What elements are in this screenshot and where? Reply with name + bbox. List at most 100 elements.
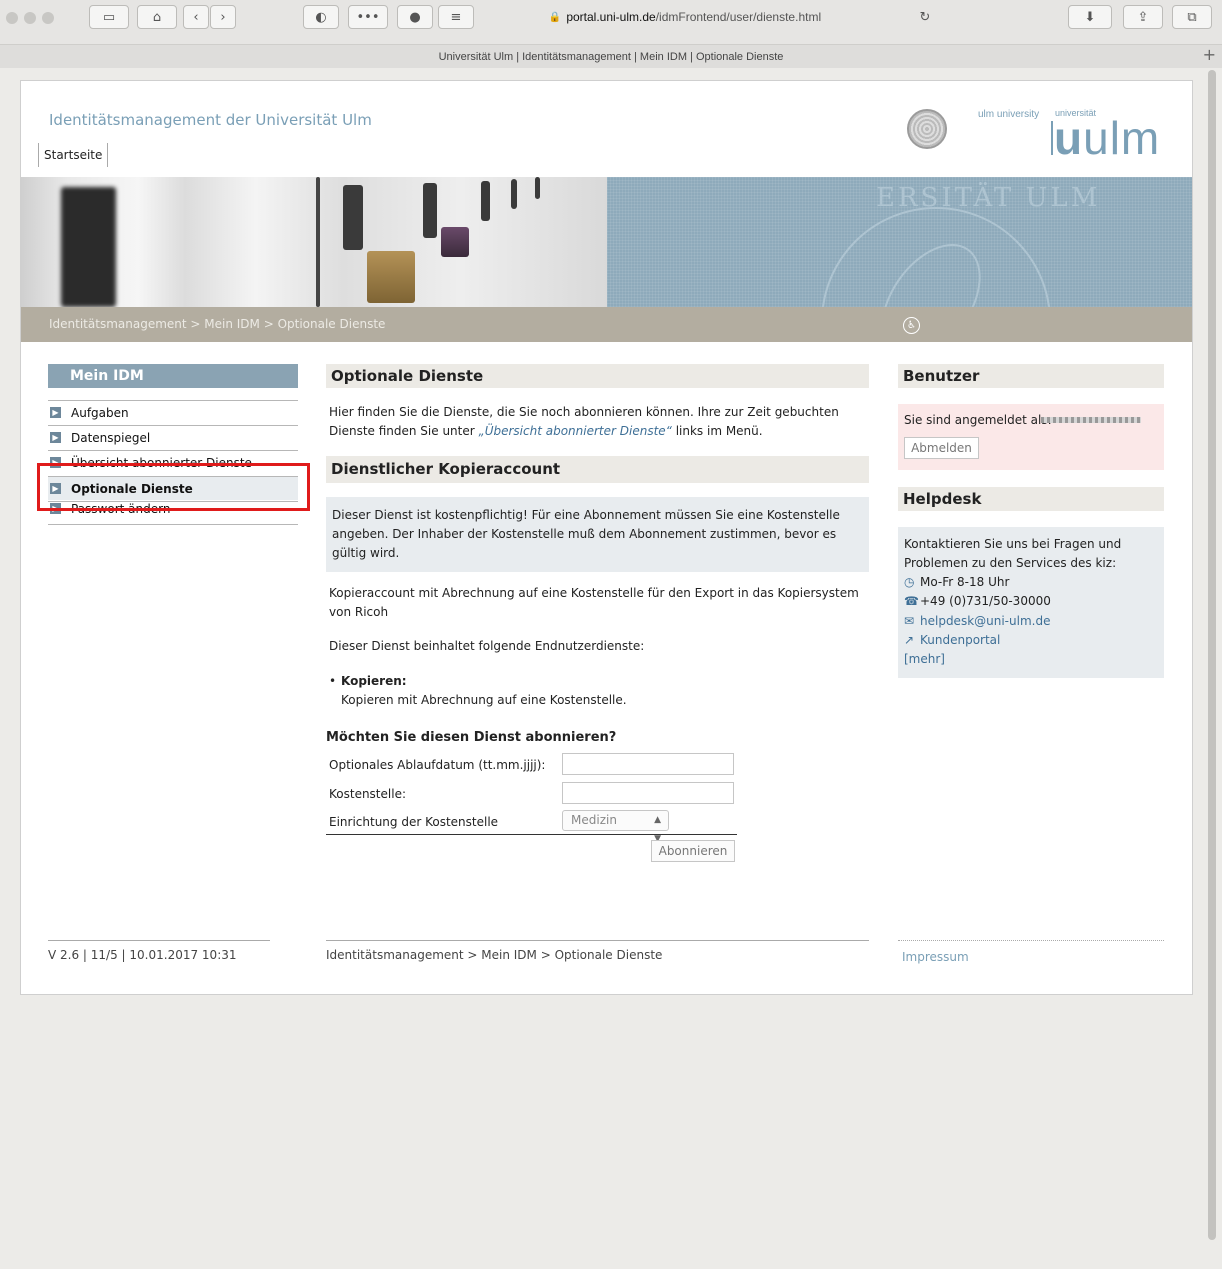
adblock-icon: ● xyxy=(409,9,421,25)
address-bar[interactable]: 🔒 portal.uni-ulm.de/idmFrontend/user/die… xyxy=(468,5,902,29)
page-container: Identitätsmanagement der Universität Ulm… xyxy=(20,80,1193,995)
padlock-image xyxy=(423,183,437,238)
cost-center-label: Kostenstelle: xyxy=(329,787,406,801)
university-seal-logo xyxy=(907,109,947,149)
form-divider xyxy=(326,834,737,835)
padlock-image xyxy=(511,179,517,209)
version-info: V 2.6 | 11/5 | 10.01.2017 10:31 xyxy=(48,948,237,962)
footer-breadcrumb: Identitätsmanagement > Mein IDM > Option… xyxy=(326,948,663,962)
sidebar-toggle-button[interactable]: ▭ xyxy=(89,5,129,29)
footer-divider xyxy=(898,940,1164,941)
sidebar-item-aufgaben[interactable]: ▶ Aufgaben xyxy=(48,400,298,424)
clock-icon: ◷ xyxy=(904,575,915,589)
share-button[interactable]: ⇪ xyxy=(1123,5,1163,29)
email-link[interactable]: helpdesk@uni-ulm.de xyxy=(920,614,1050,628)
institution-select[interactable]: Medizin ▲ ▼ xyxy=(562,810,669,844)
helpdesk-hours: ◷ Mo-Fr 8-18 Uhr xyxy=(904,573,1009,592)
more-link[interactable]: [mehr] xyxy=(904,652,945,666)
logo-uulm: uulm xyxy=(1054,115,1160,161)
share-icon: ⇪ xyxy=(1137,9,1149,25)
logout-button[interactable]: Abmelden xyxy=(904,437,979,459)
bullet-title: Kopieren: xyxy=(341,674,407,688)
external-link-icon: ↗ xyxy=(904,633,915,647)
minimize-window-icon[interactable] xyxy=(24,12,36,24)
accessibility-icon[interactable]: ♿ xyxy=(903,317,920,334)
helpdesk-heading: Helpdesk xyxy=(898,487,1164,511)
tabs-icon: ⧉ xyxy=(1187,9,1197,25)
helpdesk-portal: ↗ Kundenportal xyxy=(904,631,1000,650)
helpdesk-text-1: Kontaktieren Sie uns bei Fragen und xyxy=(904,537,1122,551)
bullet-text: Kopieren mit Abrechnung auf eine Kostens… xyxy=(341,693,627,707)
intro-text: Dienste finden Sie unter xyxy=(329,424,479,438)
benutzer-heading: Benutzer xyxy=(898,364,1164,388)
startseite-link[interactable]: Startseite xyxy=(38,143,109,167)
logged-in-label: Sie sind angemeldet als: xyxy=(904,413,1052,427)
cost-notice: Dieser Dienst ist kostenpflichtig! Für e… xyxy=(326,497,869,572)
expiry-label: Optionales Ablaufdatum (tt.mm.jjjj): xyxy=(329,758,546,772)
seal-lettering: ERSITÄT ULM xyxy=(876,183,1101,213)
hero-banner: ERSITÄT ULM xyxy=(21,177,1192,307)
helpdesk-phone: ☎+49 (0)731/50-30000 xyxy=(904,592,1051,611)
logo-u: u xyxy=(1054,112,1084,164)
close-window-icon[interactable] xyxy=(6,12,18,24)
helpdesk-more: [mehr] xyxy=(904,650,945,669)
browser-toolbar: ▭ ⌂ ‹ › ◐ ••• ● ≡ 🔒 portal.uni-ulm.de/id… xyxy=(0,0,1222,68)
adblock-button[interactable]: ● xyxy=(397,5,433,29)
tab-active[interactable]: Universität Ulm | Identitätsmanagement |… xyxy=(0,44,1222,68)
expiry-date-input[interactable] xyxy=(562,753,734,775)
cost-center-input[interactable] xyxy=(562,782,734,804)
padlock-image xyxy=(367,251,415,303)
kundenportal-link[interactable]: Kundenportal xyxy=(920,633,1000,647)
impressum-link[interactable]: Impressum xyxy=(902,950,969,964)
reader-icon: ≡ xyxy=(450,9,462,25)
highlight-box xyxy=(37,463,310,511)
service-heading: Dienstlicher Kopieraccount xyxy=(326,456,869,483)
hours-text: Mo-Fr 8-18 Uhr xyxy=(920,575,1010,589)
phone-icon: ☎ xyxy=(904,594,919,608)
sidebar-title: Mein IDM xyxy=(48,364,298,388)
breadcrumb: Identitätsmanagement > Mein IDM > Option… xyxy=(21,307,1192,342)
back-button[interactable]: ‹ xyxy=(183,5,209,29)
uebersicht-link[interactable]: „Übersicht abonnierter Dienste“ xyxy=(479,424,672,438)
list-item: • Kopieren: Kopieren mit Abrechnung auf … xyxy=(329,672,627,710)
padlock-image xyxy=(343,185,363,250)
sidebar-icon: ▭ xyxy=(102,9,116,25)
padlock-image xyxy=(61,187,116,307)
padlock-image xyxy=(481,181,490,221)
home-button[interactable]: ⌂ xyxy=(137,5,177,29)
helpdesk-email: ✉ helpdesk@uni-ulm.de xyxy=(904,612,1050,631)
intro-text: links im Menü. xyxy=(671,424,763,438)
description-line-1: Kopieraccount mit Abrechnung auf eine Ko… xyxy=(329,586,859,600)
sidebar-divider xyxy=(48,524,298,525)
url-path: /idmFrontend/user/dienste.html xyxy=(655,10,822,24)
scrollbar[interactable] xyxy=(1208,70,1216,1240)
subscribe-button[interactable]: Abonnieren xyxy=(651,840,735,862)
forward-button[interactable]: › xyxy=(210,5,236,29)
tab-title: Universität Ulm | Identitätsmanagement |… xyxy=(438,50,784,63)
more-extensions-button[interactable]: ••• xyxy=(348,5,388,29)
sidebar-item-datenspiegel[interactable]: ▶ Datenspiegel xyxy=(48,425,298,449)
download-icon: ⬇ xyxy=(1084,9,1096,25)
arrow-right-icon: ▶ xyxy=(50,432,61,443)
site-title: Identitätsmanagement der Universität Ulm xyxy=(49,111,372,129)
arrow-right-icon: ▶ xyxy=(50,407,61,418)
chevron-right-icon: › xyxy=(220,9,226,25)
page-title: Optionale Dienste xyxy=(326,364,869,388)
tabs-button[interactable]: ⧉ xyxy=(1172,5,1212,29)
new-tab-button[interactable]: + xyxy=(1203,45,1216,64)
institution-value: Medizin xyxy=(571,813,617,827)
intro-line-1: Hier finden Sie die Dienste, die Sie noc… xyxy=(329,405,839,419)
footer-divider xyxy=(48,940,270,941)
chevron-left-icon: ‹ xyxy=(193,9,199,25)
extension-button[interactable]: ◐ xyxy=(303,5,339,29)
padlock-image xyxy=(535,177,540,199)
username-redacted xyxy=(1041,417,1141,423)
reload-button[interactable]: ↻ xyxy=(912,5,938,29)
intro-line-2: Dienste finden Sie unter „Übersicht abon… xyxy=(329,422,763,441)
downloads-button[interactable]: ⬇ xyxy=(1068,5,1112,29)
footer-divider xyxy=(326,940,869,941)
zoom-window-icon[interactable] xyxy=(42,12,54,24)
ellipsis-icon: ••• xyxy=(356,9,380,25)
bullet-icon: • xyxy=(329,674,337,688)
subscribe-question: Möchten Sie diesen Dienst abonnieren? xyxy=(326,730,617,745)
